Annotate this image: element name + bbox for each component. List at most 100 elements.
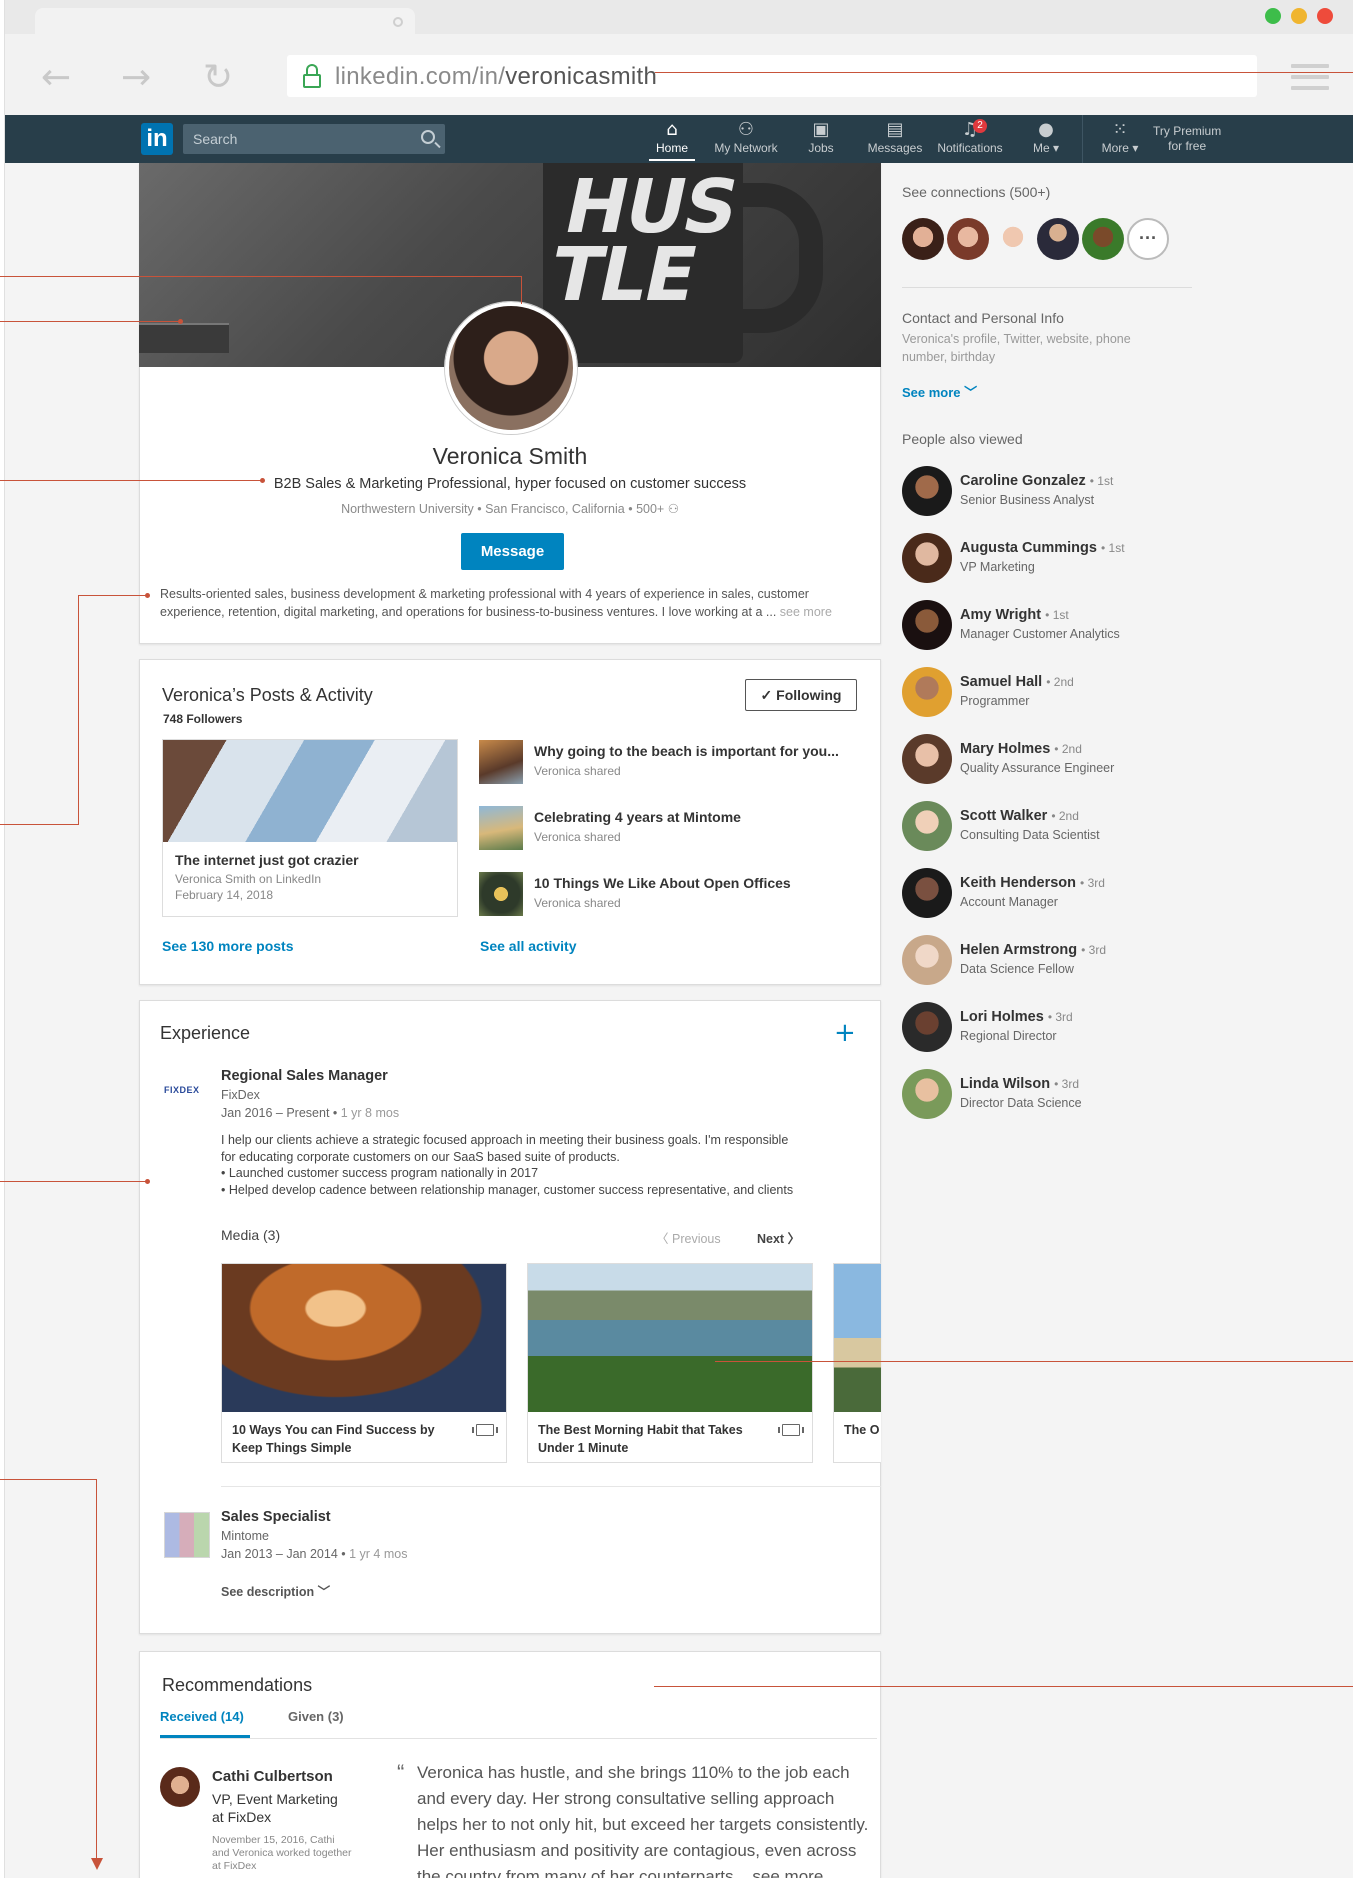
lock-icon	[303, 64, 321, 88]
person-name[interactable]: Keith Henderson • 3rd	[960, 875, 1105, 891]
nav-me[interactable]: ● Me ▾	[1029, 119, 1063, 155]
try-premium-link[interactable]: Try Premium for free	[1153, 124, 1221, 154]
activity-item-title[interactable]: Celebrating 4 years at Mintome	[534, 809, 741, 825]
featured-post-card[interactable]: The internet just got crazier Veronica S…	[162, 739, 458, 917]
minimize-light-icon[interactable]	[1291, 8, 1307, 24]
see-all-activity-link[interactable]: See all activity	[480, 938, 577, 954]
media-next-button[interactable]: Next 〉	[757, 1228, 800, 1247]
recommender-name[interactable]: Cathi Culbertson	[212, 1768, 333, 1785]
person-name[interactable]: Caroline Gonzalez • 1st	[960, 473, 1113, 489]
person-title: Regional Director	[960, 1029, 1057, 1043]
person-avatar[interactable]	[902, 801, 952, 851]
message-button[interactable]: Message	[461, 533, 564, 570]
person-avatar[interactable]	[902, 734, 952, 784]
nav-jobs[interactable]: ▣ Jobs	[801, 119, 841, 155]
person-name[interactable]: Amy Wright • 1st	[960, 607, 1069, 623]
person-name[interactable]: Augusta Cummings • 1st	[960, 540, 1125, 556]
person-title: Account Manager	[960, 895, 1058, 909]
browser-menu-icon[interactable]	[1291, 64, 1329, 97]
person-name[interactable]: Samuel Hall • 2nd	[960, 674, 1074, 690]
nav-more-label: More ▾	[1101, 141, 1139, 155]
mintome-logo[interactable]	[164, 1512, 210, 1558]
person-avatar[interactable]	[902, 1069, 952, 1119]
connection-avatar[interactable]	[992, 218, 1034, 260]
see-more-posts-link[interactable]: See 130 more posts	[162, 938, 294, 954]
premium-line-1: Try Premium	[1153, 124, 1222, 138]
add-experience-icon[interactable]: +	[834, 1020, 856, 1046]
job-company[interactable]: Mintome	[221, 1527, 269, 1545]
nav-notifications[interactable]: ♫ 2 Notifications	[935, 119, 1005, 155]
media-item[interactable]: 10 Ways You can Find Success by Keep Thi…	[221, 1263, 507, 1463]
person-avatar[interactable]	[902, 667, 952, 717]
activity-item[interactable]: Celebrating 4 years at Mintome Veronica …	[479, 806, 859, 850]
see-description-link[interactable]: See description ﹀	[221, 1581, 330, 1600]
activity-item[interactable]: 10 Things We Like About Open Offices Ver…	[479, 872, 859, 916]
recommender-avatar[interactable]	[160, 1767, 200, 1807]
person-name-text: Helen Armstrong	[960, 942, 1078, 958]
tab-received[interactable]: Received (14)	[160, 1709, 244, 1724]
following-button[interactable]: ✓ Following	[745, 679, 857, 711]
connection-avatar[interactable]	[1082, 218, 1124, 260]
activity-item-title[interactable]: Why going to the beach is important for …	[534, 743, 839, 759]
featured-post-title[interactable]: The internet just got crazier	[175, 852, 457, 868]
person-avatar[interactable]	[902, 1002, 952, 1052]
profile-school[interactable]: Northwestern University	[341, 502, 474, 516]
media-item[interactable]: The Best Morning Habit that Takes Under …	[527, 1263, 813, 1463]
person-name[interactable]: Helen Armstrong • 3rd	[960, 942, 1106, 958]
activity-item[interactable]: Why going to the beach is important for …	[479, 740, 859, 784]
profile-meta: Northwestern University • San Francisco,…	[341, 502, 679, 516]
person-avatar[interactable]	[902, 935, 952, 985]
reload-icon[interactable]: ↻	[203, 60, 233, 96]
see-more-contact-link[interactable]: See more ﹀	[902, 382, 977, 401]
tabs-divider	[160, 1738, 877, 1739]
person-name[interactable]: Linda Wilson • 3rd	[960, 1076, 1079, 1092]
person-avatar[interactable]	[902, 466, 952, 516]
media-title: The Best Morning Habit that Takes Under …	[538, 1423, 743, 1455]
linkedin-logo[interactable]: in	[141, 123, 173, 155]
browser-tab[interactable]	[35, 8, 415, 34]
job-date-range: Jan 2016 – Present	[221, 1106, 330, 1120]
maximize-light-icon[interactable]	[1265, 8, 1281, 24]
person-avatar[interactable]	[902, 868, 952, 918]
profile-connections[interactable]: 500+	[636, 502, 664, 516]
tab-given[interactable]: Given (3)	[288, 1709, 344, 1724]
tab-close-icon[interactable]	[393, 17, 403, 27]
recommendation-line: Her enthusiasm and positivity are contag…	[417, 1841, 857, 1860]
profile-avatar[interactable]	[445, 302, 577, 434]
media-title: The O Every	[844, 1423, 881, 1437]
followers-count[interactable]: 748 Followers	[163, 712, 242, 726]
search-input[interactable]: Search	[183, 124, 445, 154]
job-company[interactable]: FixDex	[221, 1086, 260, 1104]
activity-item-title[interactable]: 10 Things We Like About Open Offices	[534, 875, 791, 891]
summary-see-more[interactable]: see more	[780, 605, 832, 619]
featured-post-date: February 14, 2018	[175, 888, 274, 902]
person-avatar[interactable]	[902, 600, 952, 650]
media-item[interactable]: The O Every	[833, 1263, 881, 1463]
person-title: Quality Assurance Engineer	[960, 761, 1115, 775]
close-light-icon[interactable]	[1317, 8, 1333, 24]
address-bar[interactable]: linkedin.com/in/veronicasmith	[287, 55, 1257, 97]
media-thumbnail	[834, 1264, 881, 1412]
callout-line-url	[655, 72, 1353, 73]
recommendation-line: and every day. Her strong consultative s…	[417, 1789, 835, 1808]
fixdex-logo[interactable]: FIXDEX	[164, 1085, 200, 1095]
back-arrow-icon[interactable]: ←	[41, 60, 71, 96]
search-icon[interactable]	[421, 130, 435, 144]
see-connections-link[interactable]: See connections (500+)	[902, 184, 1050, 200]
job-description: I help our clients achieve a strategic f…	[221, 1132, 831, 1198]
person-avatar[interactable]	[902, 533, 952, 583]
person-degree: 3rd	[1088, 943, 1107, 957]
nav-messages[interactable]: ▤ Messages	[867, 119, 923, 155]
nav-home[interactable]: ⌂ Home	[649, 119, 695, 161]
nav-my-network[interactable]: ⚇ My Network	[711, 119, 781, 155]
nav-more[interactable]: ⁙ More ▾	[1100, 119, 1140, 155]
connection-avatar[interactable]	[1037, 218, 1079, 260]
see-description-label: See description	[221, 1585, 315, 1599]
person-name[interactable]: Scott Walker • 2nd	[960, 808, 1079, 824]
person-name[interactable]: Lori Holmes • 3rd	[960, 1009, 1073, 1025]
connection-avatar[interactable]	[902, 218, 944, 260]
forward-arrow-icon[interactable]: →	[121, 60, 151, 96]
connection-avatar[interactable]	[947, 218, 989, 260]
more-connections-button[interactable]: ···	[1127, 218, 1169, 260]
person-name[interactable]: Mary Holmes • 2nd	[960, 741, 1082, 757]
